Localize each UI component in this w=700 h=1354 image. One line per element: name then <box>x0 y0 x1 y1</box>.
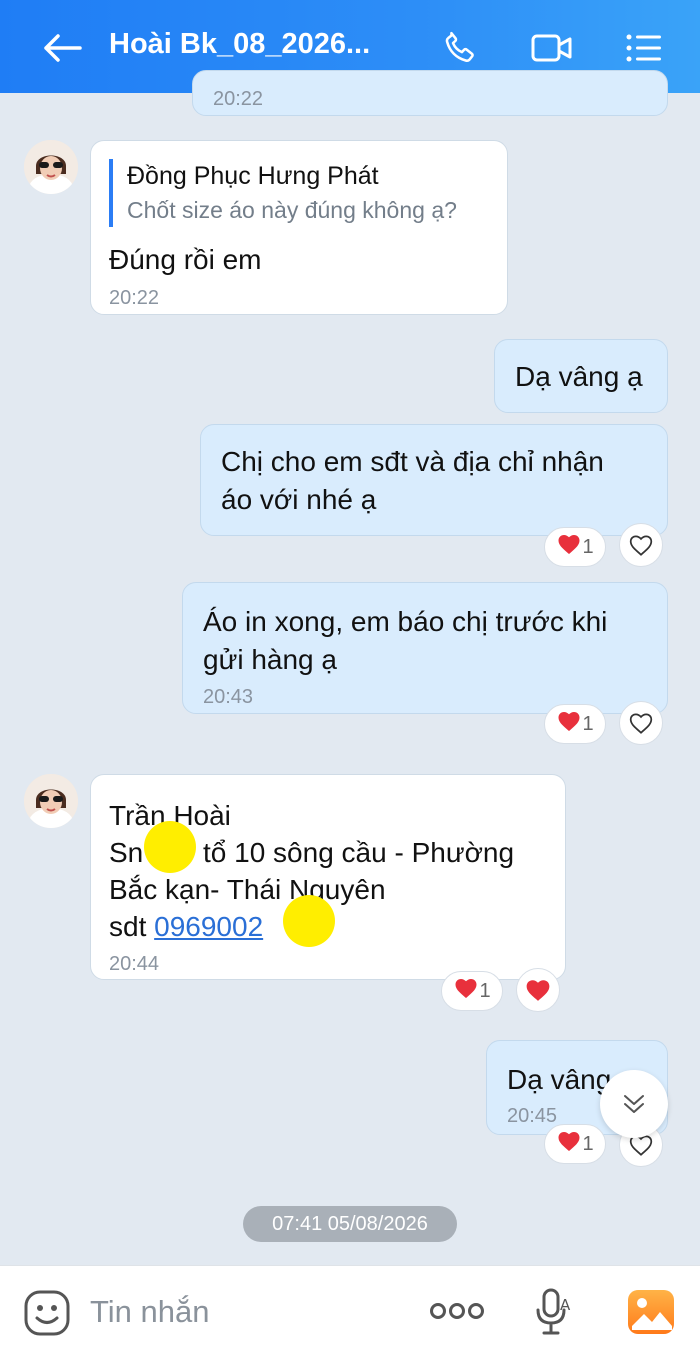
message-text: Dạ vâng <box>507 1064 612 1095</box>
message-text-line: sdt 0969002 <box>109 908 263 945</box>
message-text-line: Sn <box>109 837 144 868</box>
heart-icon <box>453 977 479 1005</box>
message-time: 20:22 <box>213 88 264 110</box>
message-bubble-partial[interactable]: 20:22 <box>192 70 668 116</box>
reaction-count-badge[interactable]: 1 <box>441 971 503 1011</box>
video-camera-icon[interactable] <box>528 26 576 70</box>
heart-icon <box>556 1130 582 1158</box>
reaction-count-badge[interactable]: 1 <box>544 704 606 744</box>
outgoing-message-bubble[interactable]: Áo in xong, em báo chị trước khi gửi hàn… <box>182 582 668 714</box>
list-menu-icon[interactable] <box>620 26 668 70</box>
quoted-message[interactable]: Đồng Phục Hưng Phát Chốt size áo này đún… <box>109 159 457 227</box>
message-composer: Tin nhắn A <box>0 1265 700 1354</box>
reaction-count: 1 <box>479 979 491 1002</box>
message-input[interactable]: Tin nhắn <box>90 1294 210 1330</box>
incoming-message-bubble[interactable]: Trần Hoài Sn tổ 10 sông cầu - Phường Bắc… <box>90 774 566 980</box>
message-time: 20:45 <box>507 1105 558 1127</box>
reaction-count: 1 <box>582 535 594 558</box>
message-text-line: gửi hàng ạ <box>203 644 337 675</box>
heart-outline-icon <box>629 535 653 556</box>
reaction-count: 1 <box>582 712 594 735</box>
redaction-dot <box>144 821 196 873</box>
message-text-line: Bắc kạn- Thái Nguyên <box>109 874 386 905</box>
message-text-line: áo với nhé ạ <box>221 484 377 515</box>
quoted-message-text: Chốt size áo này đúng không ạ? <box>127 197 457 223</box>
voice-mic-icon[interactable]: A <box>534 1286 574 1338</box>
phone-icon[interactable] <box>436 26 484 70</box>
avatar[interactable] <box>24 774 78 828</box>
heart-icon <box>556 710 582 738</box>
heart-outline-icon <box>629 713 653 734</box>
phone-prefix: sdt <box>109 911 155 942</box>
scroll-to-bottom-button[interactable] <box>600 1070 668 1138</box>
message-text-line: tổ 10 sông cầu - Phường <box>203 837 515 868</box>
redaction-dot <box>283 895 335 947</box>
svg-text:A: A <box>560 1296 571 1314</box>
message-text: Đúng rồi em <box>109 244 262 275</box>
react-heart-button[interactable] <box>619 523 663 567</box>
reaction-count-badge[interactable]: 1 <box>544 1124 606 1164</box>
message-time: 20:22 <box>109 287 160 309</box>
quoted-sender-name: Đồng Phục Hưng Phát <box>127 162 379 190</box>
outgoing-message-bubble[interactable]: Dạ vâng ạ <box>494 339 668 413</box>
sticker-smile-icon[interactable] <box>22 1288 72 1338</box>
image-gallery-icon[interactable] <box>626 1288 676 1336</box>
message-time: 20:43 <box>203 686 254 708</box>
heart-filled-icon <box>526 980 550 1001</box>
outgoing-message-bubble[interactable]: Chị cho em sđt và địa chỉ nhận áo với nh… <box>200 424 668 536</box>
message-time: 20:44 <box>109 953 160 975</box>
phone-number-link[interactable]: 0969002 <box>154 911 263 942</box>
more-dots-icon[interactable] <box>428 1296 486 1326</box>
avatar[interactable] <box>24 140 78 194</box>
conversation-title[interactable]: Hoài Bk_08_2026... <box>109 28 389 61</box>
message-text: Dạ vâng ạ <box>515 361 643 392</box>
react-heart-button[interactable] <box>619 701 663 745</box>
incoming-message-bubble[interactable]: Đồng Phục Hưng Phát Chốt size áo này đún… <box>90 140 508 315</box>
double-chevron-down-icon <box>624 1095 644 1113</box>
message-text-line: Chị cho em sđt và địa chỉ nhận <box>221 446 604 477</box>
react-heart-button[interactable] <box>516 968 560 1012</box>
message-text-line: Áo in xong, em báo chị trước khi <box>203 606 608 637</box>
back-arrow-icon[interactable] <box>38 26 86 70</box>
heart-icon <box>556 533 582 561</box>
reaction-count: 1 <box>582 1132 594 1155</box>
reaction-count-badge[interactable]: 1 <box>544 527 606 567</box>
date-separator: 07:41 05/08/2026 <box>243 1206 457 1242</box>
